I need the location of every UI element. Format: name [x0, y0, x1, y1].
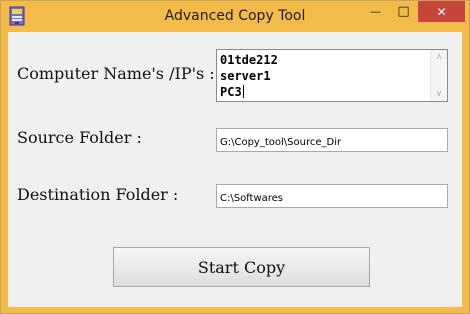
minimize-icon: — [370, 5, 381, 18]
start-copy-label: Start Copy [197, 257, 286, 277]
computer-entry: PC3 [220, 84, 429, 100]
computers-lines: 01tde212 server1 PC3 [220, 52, 429, 100]
destination-folder-input[interactable] [216, 184, 448, 208]
vertical-scrollbar[interactable]: ∧ ∨ [430, 50, 447, 101]
computer-entry: server1 [220, 68, 429, 84]
minimize-button[interactable]: — [362, 1, 389, 22]
text-caret [242, 85, 244, 98]
close-icon: ✕ [436, 4, 447, 19]
computer-entry-text: server1 [220, 69, 271, 83]
computer-entry: 01tde212 [220, 53, 278, 67]
computers-label: Computer Name's /IP's : [17, 64, 215, 83]
app-window: Advanced Copy Tool — □ ✕ Computer Name's… [0, 0, 470, 314]
maximize-button[interactable]: □ [390, 1, 417, 22]
maximize-icon: □ [397, 4, 410, 19]
title-bar[interactable]: Advanced Copy Tool — □ ✕ [1, 1, 469, 32]
computers-textarea[interactable]: 01tde212 server1 PC3 ∧ ∨ [216, 49, 448, 102]
computer-entry-text: PC3 [220, 85, 242, 99]
scroll-down-icon[interactable]: ∨ [434, 90, 444, 99]
start-copy-button[interactable]: Start Copy [113, 247, 370, 287]
form-panel: Computer Name's /IP's : 01tde212 server1… [8, 32, 462, 307]
scroll-up-icon[interactable]: ∧ [434, 53, 444, 62]
destination-label: Destination Folder : [17, 185, 179, 204]
close-button[interactable]: ✕ [418, 1, 465, 22]
source-folder-input[interactable] [216, 128, 448, 152]
source-label: Source Folder : [17, 128, 142, 147]
